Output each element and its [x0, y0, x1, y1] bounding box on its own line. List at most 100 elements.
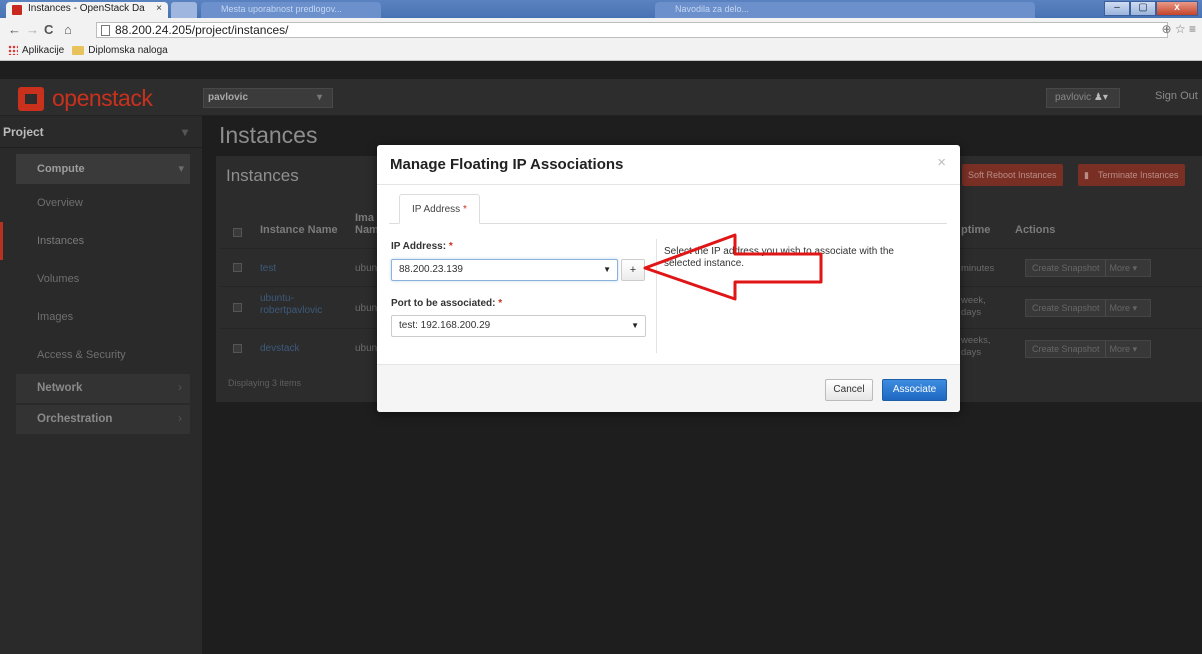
- create-snapshot-button[interactable]: Create Snapshot: [1032, 263, 1100, 273]
- chevron-down-icon: ▾: [178, 163, 184, 175]
- minimize-button[interactable]: –: [1104, 1, 1130, 16]
- logo-text: openstack: [52, 85, 153, 111]
- bookmarks-bar: Aplikacije Diplomska naloga: [0, 41, 168, 59]
- uptime-value: weeks,: [961, 335, 991, 346]
- ip-address-label: IP Address: *: [391, 241, 453, 252]
- create-snapshot-button[interactable]: Create Snapshot: [1032, 303, 1100, 313]
- instance-name-link[interactable]: test: [260, 263, 276, 274]
- chevron-down-icon: ▾: [181, 125, 188, 139]
- ip-address-value: 88.200.23.139: [399, 264, 463, 275]
- uptime-value: minutes: [961, 263, 995, 274]
- more-button[interactable]: More: [1110, 344, 1131, 354]
- sidebar-project[interactable]: Project ▾: [0, 116, 202, 148]
- close-window-button[interactable]: x: [1156, 1, 1198, 16]
- uptime-value-2: days: [961, 307, 982, 318]
- uptime-value: week,: [961, 295, 986, 306]
- url-text: 88.200.24.205/project/instances/: [115, 23, 289, 37]
- back-arrow-icon[interactable]: ←: [8, 22, 21, 37]
- column-header-actions: Actions: [1015, 224, 1056, 236]
- bookmark-diplomska[interactable]: Diplomska naloga: [72, 45, 168, 56]
- maximize-button[interactable]: ▢: [1130, 1, 1156, 16]
- bookmark-apps[interactable]: Aplikacije: [8, 45, 64, 56]
- image-name: ubun: [355, 263, 378, 274]
- forward-arrow-icon[interactable]: →: [26, 22, 39, 37]
- browser-tab-blurred-2[interactable]: Navodila za delo...: [655, 2, 1035, 18]
- image-name: ubun: [355, 343, 378, 354]
- sidebar-item-images[interactable]: Images: [0, 298, 202, 336]
- dropdown-arrow-icon: ▼: [631, 321, 639, 330]
- required-marker: *: [448, 241, 453, 252]
- annotation-arrow-icon: [643, 233, 823, 301]
- browser-tab-blurred-1[interactable]: Mesta uporabnost predlogov...: [201, 2, 381, 18]
- sidebar-item-access-security[interactable]: Access & Security: [0, 336, 202, 374]
- sidebar-project-label: Project: [3, 125, 44, 139]
- row-checkbox[interactable]: [233, 344, 242, 353]
- browser-toolbar: ← → C ⌂ 88.200.24.205/project/instances/…: [0, 18, 1202, 61]
- user-dropdown[interactable]: pavlovic ♟▾: [1046, 88, 1120, 108]
- browser-tab-strip: Instances - OpenStack Da × Mesta uporabn…: [0, 0, 1202, 18]
- create-snapshot-button[interactable]: Create Snapshot: [1032, 344, 1100, 354]
- column-header-name[interactable]: Instance Name: [260, 224, 338, 236]
- new-tab-button[interactable]: [171, 2, 197, 18]
- ip-label-text: IP Address:: [391, 241, 447, 252]
- soft-reboot-button[interactable]: Soft Reboot Instances: [962, 164, 1063, 186]
- sidebar-item-overview[interactable]: Overview: [0, 184, 202, 222]
- port-label: Port to be associated: *: [391, 298, 502, 309]
- window-controls: – ▢ x: [1104, 1, 1198, 16]
- instance-name-link-2[interactable]: robertpavlovic: [260, 305, 322, 316]
- required-marker: *: [498, 298, 503, 309]
- apps-grid-icon: [8, 45, 18, 55]
- instance-name-link[interactable]: ubuntu-: [260, 293, 294, 304]
- instance-name-link[interactable]: devstack: [260, 343, 299, 354]
- sidebar-group-label: Compute: [37, 163, 85, 175]
- uptime-value-2: days: [961, 347, 982, 358]
- reload-icon[interactable]: C: [44, 22, 53, 37]
- sign-out-link[interactable]: Sign Out: [1155, 90, 1198, 102]
- home-icon[interactable]: ⌂: [64, 22, 72, 37]
- column-header-image[interactable]: Ima: [355, 212, 374, 224]
- modal-title: Manage Floating IP Associations: [390, 156, 624, 173]
- sidebar-group-orchestration[interactable]: Orchestration ›: [16, 405, 190, 434]
- sidebar-item-volumes[interactable]: Volumes: [0, 260, 202, 298]
- bookmark-label: Aplikacije: [22, 44, 65, 56]
- port-value: test: 192.168.200.29: [399, 320, 491, 331]
- user-name: pavlovic: [1055, 92, 1092, 103]
- panel-title: Instances: [226, 166, 299, 185]
- row-actions: Create Snapshot More ▾: [1025, 340, 1151, 358]
- port-select[interactable]: test: 192.168.200.29 ▼: [391, 315, 646, 337]
- project-dropdown[interactable]: pavlovic ▾: [203, 88, 333, 108]
- allocate-ip-plus-button[interactable]: +: [621, 259, 645, 281]
- column-header-uptime[interactable]: ptime: [961, 224, 990, 236]
- row-checkbox[interactable]: [233, 303, 242, 312]
- blurred-tab-title: Mesta uporabnost predlogov...: [221, 4, 342, 14]
- openstack-logo[interactable]: openstack: [18, 85, 153, 112]
- more-button[interactable]: More: [1110, 303, 1131, 313]
- address-bar[interactable]: 88.200.24.205/project/instances/: [96, 22, 1168, 38]
- openstack-favicon-icon: [12, 5, 22, 15]
- sidebar-group-label: Network: [37, 382, 83, 394]
- sidebar-group-compute[interactable]: Compute ▾: [16, 154, 190, 184]
- close-icon[interactable]: ×: [937, 154, 946, 171]
- sidebar: Project ▾ Compute ▾ Overview Instances V…: [0, 116, 202, 654]
- ip-address-select[interactable]: 88.200.23.139 ▼: [391, 259, 618, 281]
- tab-ip-address[interactable]: IP Address *: [399, 194, 480, 224]
- tab-label: IP Address: [412, 204, 461, 215]
- tab-title: Instances - OpenStack Da: [28, 3, 145, 14]
- displaying-count: Displaying 3 items: [228, 378, 302, 388]
- more-button[interactable]: More: [1110, 263, 1131, 273]
- cancel-button[interactable]: Cancel: [825, 379, 873, 401]
- sidebar-item-instances[interactable]: Instances: [0, 222, 202, 260]
- row-checkbox[interactable]: [233, 263, 242, 272]
- modal-header: Manage Floating IP Associations ×: [377, 145, 960, 185]
- browser-tab-instances[interactable]: Instances - OpenStack Da ×: [6, 2, 168, 18]
- page-title: Instances: [219, 122, 318, 148]
- select-all-checkbox[interactable]: [233, 228, 242, 237]
- tab-close-icon[interactable]: ×: [156, 2, 162, 16]
- terminate-instances-button[interactable]: ▮ Terminate Instances: [1078, 164, 1185, 186]
- chevron-right-icon: ›: [178, 413, 182, 425]
- sidebar-group-network[interactable]: Network ›: [16, 374, 190, 403]
- blurred-tab-title: Navodila za delo...: [675, 4, 750, 14]
- zoom-star-icon[interactable]: ⊕ ☆ ≡: [1162, 22, 1196, 36]
- modal-footer: Cancel Associate: [377, 364, 960, 412]
- associate-button[interactable]: Associate: [882, 379, 947, 401]
